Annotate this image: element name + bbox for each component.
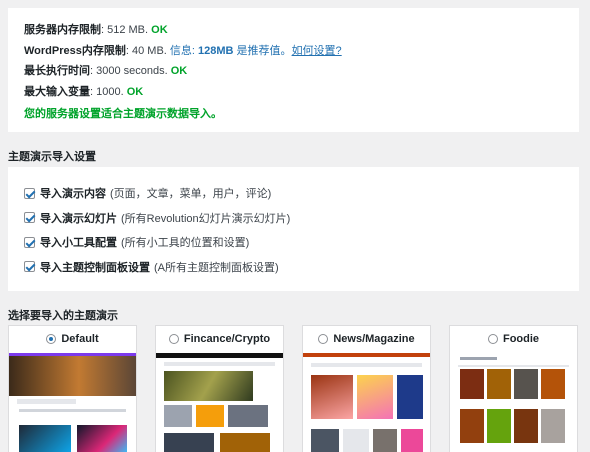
preview-post-thumb-1 bbox=[19, 425, 71, 452]
wp-memory-info: 信息: 128MB 是推荐值。 bbox=[170, 45, 292, 57]
option-import-sliders[interactable]: 导入演示幻灯片 (所有Revolution幻灯片演示幻灯片) bbox=[24, 206, 563, 231]
preview-thumb-1 bbox=[164, 405, 192, 427]
preview-thumb-3 bbox=[228, 405, 268, 427]
server-memory-label: 服务器内存限制 bbox=[24, 24, 101, 36]
server-memory-row: 服务器内存限制: 512 MB. OK bbox=[24, 20, 563, 41]
import-sliders-desc: (所有Revolution幻灯片演示幻灯片) bbox=[121, 212, 291, 225]
preview-hero bbox=[9, 356, 136, 396]
demo-select-title: 选择要导入的主题演示 bbox=[8, 310, 118, 322]
preview-line bbox=[19, 409, 126, 412]
preview-food-6 bbox=[487, 409, 511, 443]
max-input-vars-status: OK bbox=[126, 85, 144, 98]
preview-nav bbox=[311, 363, 422, 367]
import-content-checkbox[interactable] bbox=[24, 187, 35, 199]
preview-accent-bar bbox=[303, 353, 430, 357]
preview-food-4 bbox=[541, 369, 565, 399]
preview-food-5 bbox=[460, 409, 484, 443]
import-sliders-checkbox[interactable] bbox=[24, 212, 35, 224]
wp-memory-value: : 40 MB. bbox=[125, 44, 167, 57]
option-import-theme-options[interactable]: 导入主题控制面板设置 (A所有主题控制面板设置) bbox=[24, 255, 563, 280]
wp-memory-label: WordPress内存限制 bbox=[24, 44, 126, 57]
demo-card-finance-crypto[interactable]: Fincance/Crypto bbox=[155, 325, 284, 452]
max-exec-time-status: OK bbox=[170, 65, 188, 77]
demo-foodie-radio[interactable] bbox=[487, 334, 498, 344]
demo-card-foodie[interactable]: Foodie bbox=[449, 325, 578, 452]
preview-nav bbox=[17, 399, 76, 404]
demo-default-radio[interactable] bbox=[46, 334, 57, 344]
preview-food-3 bbox=[514, 369, 538, 399]
demo-news-preview-image bbox=[303, 353, 430, 452]
preview-thumb-3 bbox=[397, 375, 423, 419]
preview-thumb-1 bbox=[311, 375, 353, 419]
demo-card-list: Default Fincance/Crypto News/Magazine Fo… bbox=[8, 325, 590, 452]
demo-foodie-label: Foodie bbox=[502, 333, 540, 345]
preview-nav bbox=[164, 362, 275, 366]
demo-finance-label: Fincance/Crypto bbox=[183, 333, 271, 345]
demo-default-preview-image bbox=[9, 353, 136, 452]
import-widgets-label: 导入小工具配置 bbox=[40, 237, 117, 250]
wp-memory-info-strong: 128MB bbox=[198, 44, 234, 57]
server-memory-status: OK bbox=[151, 24, 168, 36]
preview-food-8 bbox=[541, 409, 565, 443]
import-content-label: 导入演示内容 bbox=[40, 188, 106, 201]
demo-news-radio[interactable] bbox=[318, 334, 329, 344]
demo-default-label: Default bbox=[61, 333, 99, 345]
preview-post-thumb-2 bbox=[77, 425, 127, 452]
server-requirements-panel: 服务器内存限制: 512 MB. OK WordPress内存限制: 40 MB… bbox=[8, 8, 579, 132]
preview-hero bbox=[164, 371, 253, 401]
demo-card-news-header[interactable]: News/Magazine bbox=[303, 326, 430, 352]
demo-card-foodie-header[interactable]: Foodie bbox=[450, 326, 577, 352]
how-to-set-link[interactable]: 如何设置? bbox=[292, 45, 342, 57]
max-exec-time-row: 最长执行时间: 3000 seconds. OK bbox=[24, 61, 563, 82]
demo-card-default[interactable]: Default bbox=[8, 325, 137, 452]
preview-line bbox=[458, 365, 569, 367]
import-content-desc: (页面，文章，菜单，用户，评论) bbox=[110, 188, 272, 201]
import-widgets-checkbox[interactable] bbox=[24, 236, 35, 248]
max-input-vars-value: : 1000. bbox=[90, 85, 124, 98]
wp-memory-info-suffix: 是推荐值。 bbox=[233, 44, 292, 57]
preview-food-2 bbox=[487, 369, 511, 399]
import-theme-options-label: 导入主题控制面板设置 bbox=[40, 261, 150, 274]
preview-thumb-2 bbox=[196, 405, 224, 427]
preview-thumb-4 bbox=[311, 429, 339, 452]
preview-thumb-2 bbox=[357, 375, 393, 419]
preview-thumb-7 bbox=[401, 429, 423, 452]
preview-thumb-6 bbox=[373, 429, 397, 452]
preview-food-1 bbox=[460, 369, 484, 399]
max-input-vars-row: 最大输入变量: 1000. OK bbox=[24, 82, 563, 103]
server-memory-value: : 512 MB. bbox=[101, 24, 149, 36]
import-options-panel: 导入演示内容 (页面，文章，菜单，用户，评论) 导入演示幻灯片 (所有Revol… bbox=[8, 167, 579, 291]
preview-logo bbox=[460, 357, 497, 360]
option-import-widgets[interactable]: 导入小工具配置 (所有小工具的位置和设置) bbox=[24, 230, 563, 255]
demo-card-default-header[interactable]: Default bbox=[9, 326, 136, 352]
demo-card-finance-header[interactable]: Fincance/Crypto bbox=[156, 326, 283, 352]
demo-finance-preview-image bbox=[156, 353, 283, 452]
demo-card-news-magazine[interactable]: News/Magazine bbox=[302, 325, 431, 452]
import-settings-title: 主题演示导入设置 bbox=[8, 151, 96, 163]
demo-foodie-preview-image bbox=[450, 353, 577, 452]
preview-thumb-5 bbox=[343, 429, 369, 452]
demo-finance-radio[interactable] bbox=[168, 334, 179, 344]
server-summary: 您的服务器设置适合主题演示数据导入。 bbox=[24, 108, 222, 120]
wp-memory-info-prefix: 信息: bbox=[169, 44, 199, 57]
demo-news-label: News/Magazine bbox=[333, 333, 415, 345]
max-exec-time-label: 最长执行时间 bbox=[24, 65, 90, 77]
import-theme-options-desc: (A所有主题控制面板设置) bbox=[154, 261, 279, 274]
wp-memory-row: WordPress内存限制: 40 MB. 信息: 128MB 是推荐值。如何设… bbox=[24, 41, 563, 62]
max-input-vars-label: 最大输入变量 bbox=[24, 85, 90, 98]
preview-thumb-4 bbox=[164, 433, 214, 452]
import-sliders-label: 导入演示幻灯片 bbox=[40, 212, 117, 225]
import-widgets-desc: (所有小工具的位置和设置) bbox=[121, 237, 250, 250]
preview-food-7 bbox=[514, 409, 538, 443]
max-exec-time-value: : 3000 seconds. bbox=[90, 65, 168, 77]
preview-thumb-5 bbox=[220, 433, 270, 452]
import-theme-options-checkbox[interactable] bbox=[24, 261, 35, 273]
option-import-content[interactable]: 导入演示内容 (页面，文章，菜单，用户，评论) bbox=[24, 181, 563, 206]
preview-top-bar bbox=[156, 353, 283, 358]
